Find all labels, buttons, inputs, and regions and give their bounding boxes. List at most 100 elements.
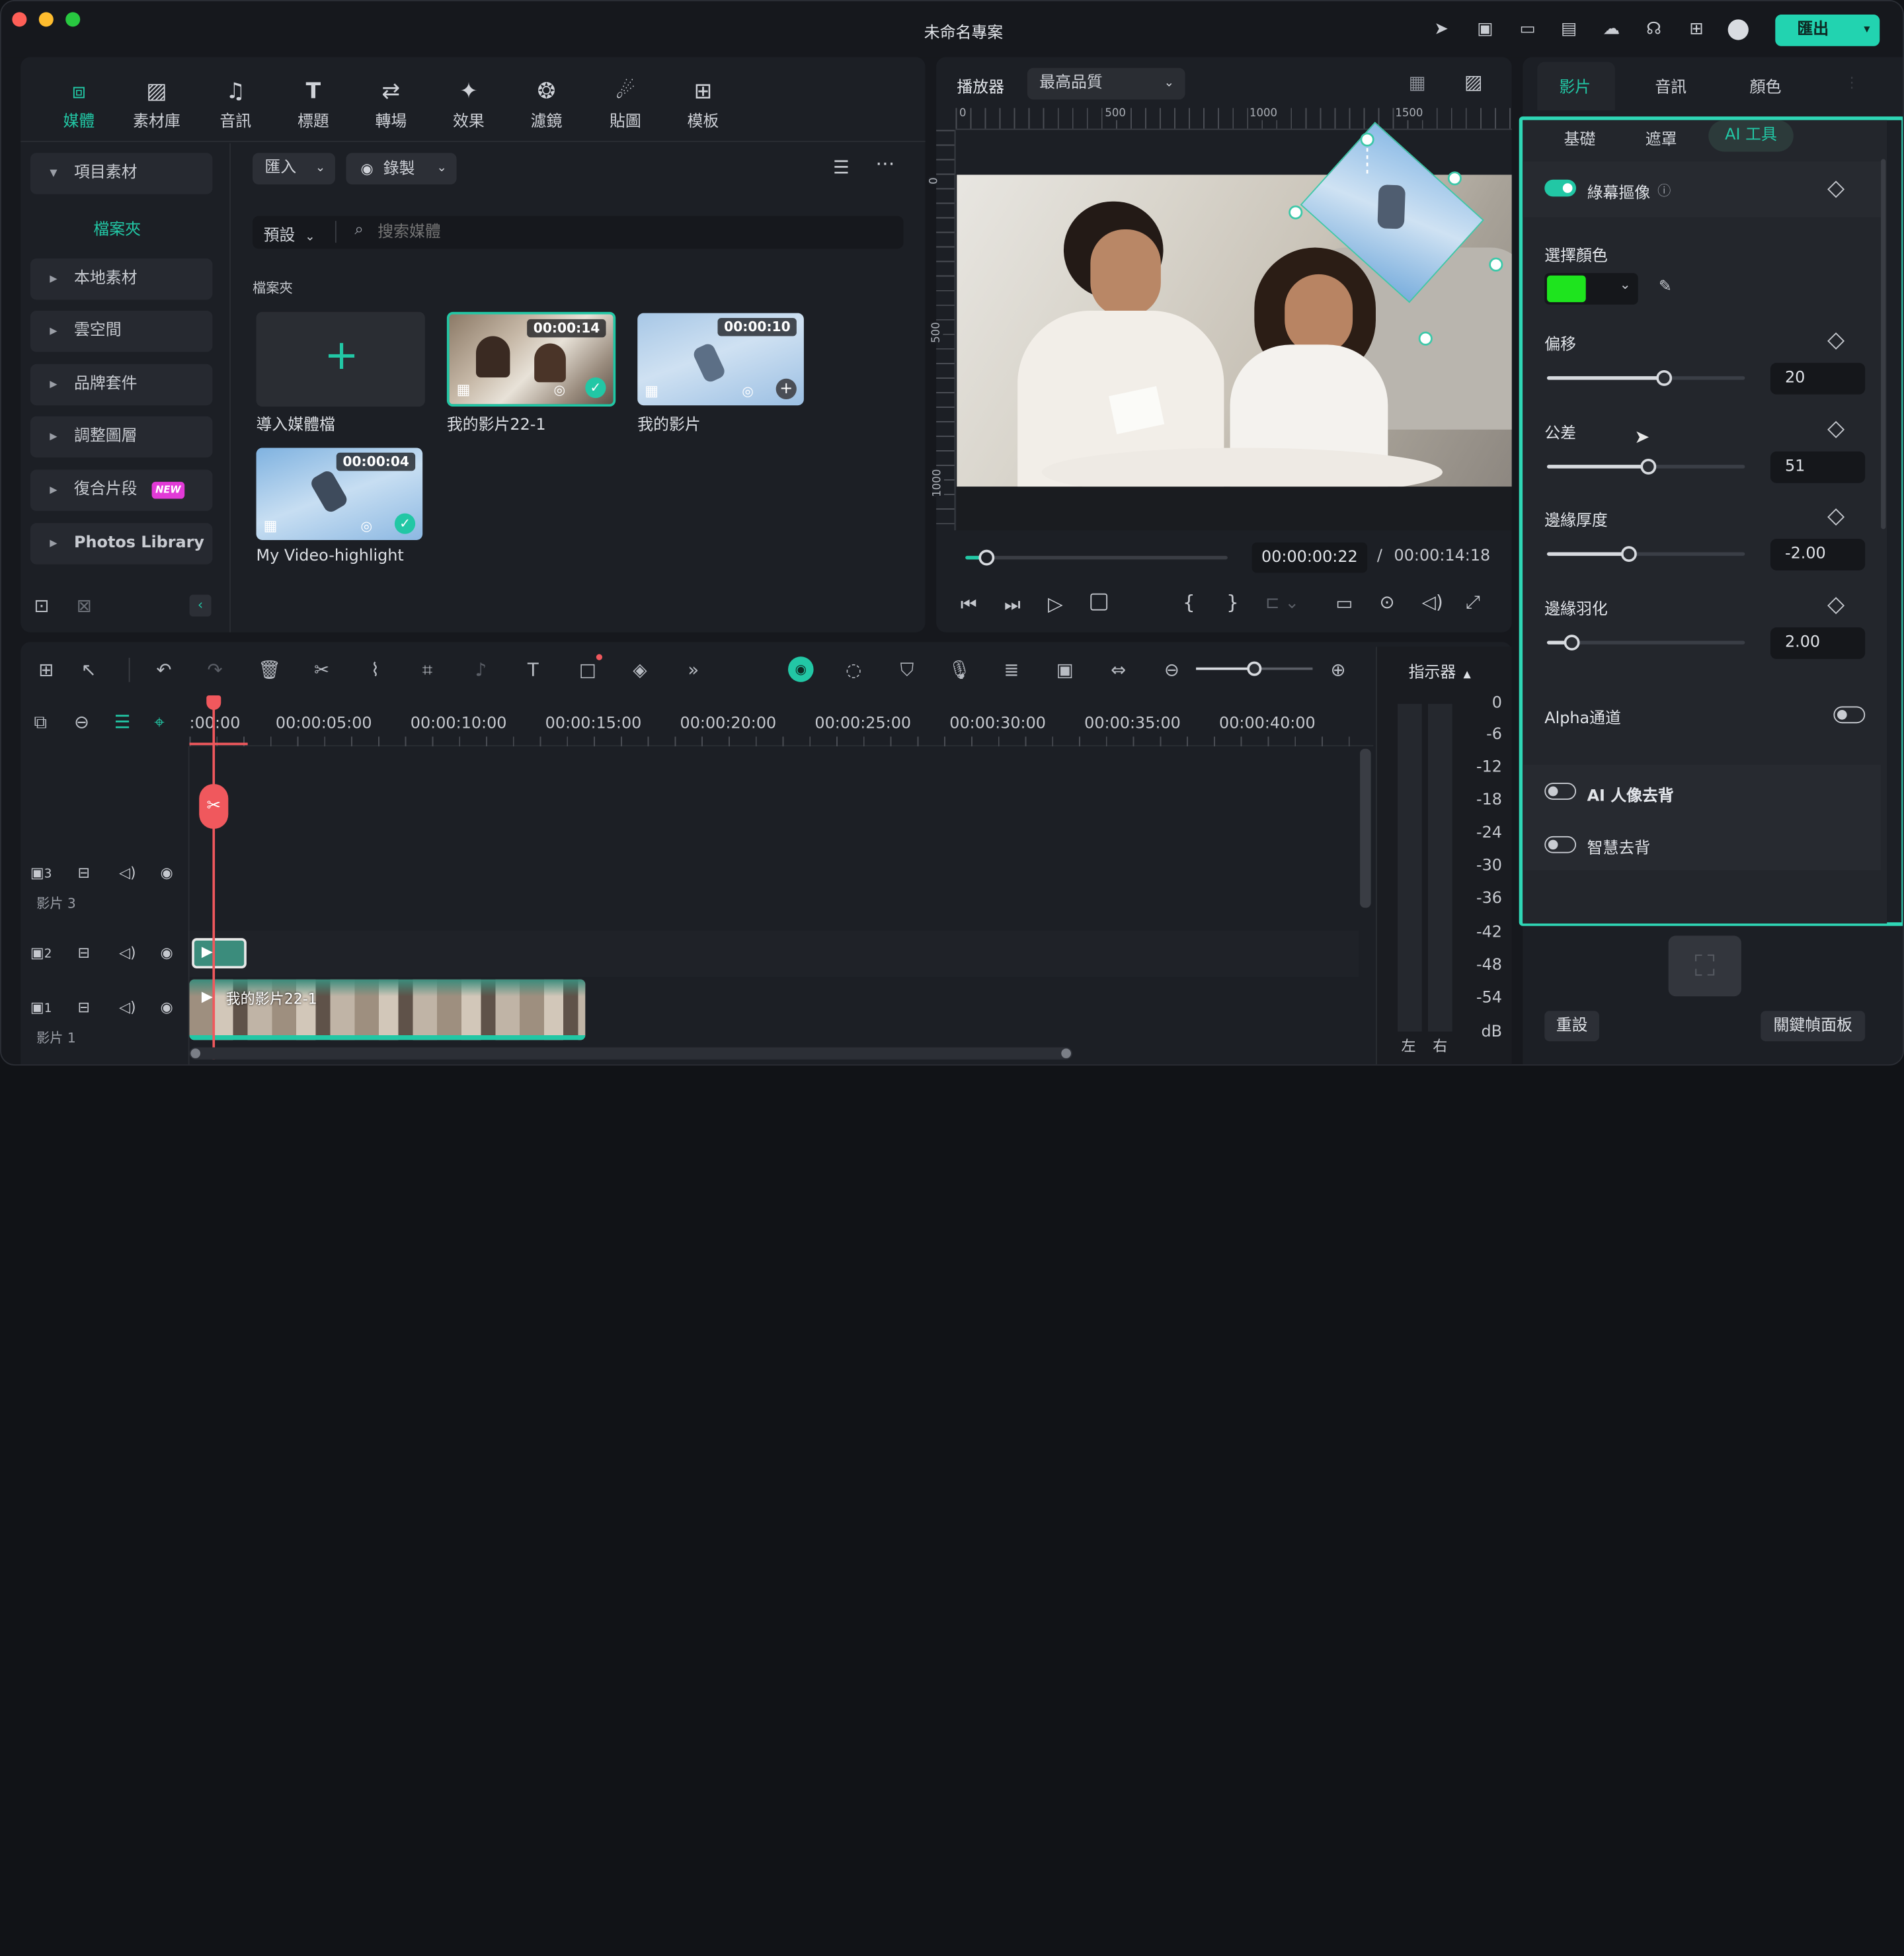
tab-audio-properties[interactable]: 音訊 [1655, 74, 1686, 97]
zoom-slider[interactable] [1196, 661, 1313, 676]
sidebar-item-folder[interactable]: 檔案夾 [93, 216, 141, 239]
more-tools-icon[interactable]: » [681, 658, 705, 682]
step-forward-icon[interactable]: ⏭ [1004, 594, 1021, 615]
ai-portrait-toggle[interactable] [1544, 783, 1577, 800]
audio-mix-icon[interactable]: ≣ [1000, 658, 1024, 682]
add-to-timeline-icon[interactable]: + [775, 378, 797, 400]
help-icon[interactable]: ⓘ [1657, 181, 1671, 200]
delete-icon[interactable]: 🗑 [257, 658, 282, 682]
stop-icon[interactable] [1090, 593, 1108, 611]
slider-knob[interactable] [1563, 635, 1579, 651]
render-preview-icon[interactable]: ▣ [1052, 658, 1077, 682]
timeline-playhead[interactable] [212, 695, 216, 1060]
tab-sticker[interactable]: ☄ 貼圖 [591, 79, 659, 131]
edge-thickness-value[interactable]: -2.00 [1770, 539, 1866, 570]
offset-value[interactable]: 20 [1770, 362, 1866, 395]
slider-knob[interactable] [1620, 546, 1637, 563]
record-dropdown[interactable]: ◉ 錄製 ⌄ [346, 153, 457, 185]
subtab-basic[interactable]: 基礎 [1564, 126, 1596, 149]
alpha-channel-toggle[interactable] [1833, 706, 1866, 724]
volume-icon[interactable]: ◁) [1422, 591, 1443, 613]
fit-timeline-icon[interactable]: ⇔ [1106, 658, 1130, 682]
current-time[interactable]: 00:00:00:22 [1251, 542, 1368, 573]
main-video-clip[interactable]: 我的影片22-1 ▶ [189, 979, 586, 1040]
timeline-vertical-scrollbar[interactable] [1360, 748, 1371, 908]
tolerance-slider[interactable] [1546, 458, 1745, 475]
reset-button[interactable]: 重設 [1544, 1011, 1599, 1042]
text-tool-icon[interactable]: T [521, 658, 545, 682]
zoom-slider-knob[interactable] [1247, 661, 1262, 676]
avatar[interactable] [1727, 19, 1749, 40]
select-tool-icon[interactable]: ↖ [77, 658, 101, 682]
mute-icon[interactable]: ◁) [119, 864, 136, 881]
zoom-out-icon[interactable]: ⊖ [1160, 658, 1184, 682]
crop-icon[interactable]: ⌗ [415, 658, 440, 682]
tab-effects[interactable]: ✦ 效果 [435, 79, 503, 131]
fullscreen-icon[interactable]: ⤢ [1466, 591, 1480, 613]
audio-stretch-icon[interactable]: ♪ [469, 658, 493, 682]
meter-dropdown[interactable]: 指示器 ▲ [1409, 659, 1471, 682]
eyedropper-icon[interactable]: ✎ [1659, 278, 1672, 296]
visibility-eye-icon[interactable]: ◉ [160, 864, 173, 881]
sidebar-item-compound[interactable]: ▶ 復合片段 NEW [30, 469, 213, 511]
sidebar-item-local[interactable]: ▶ 本地素材 [30, 258, 213, 300]
delete-folder-icon[interactable]: ⊠ [77, 595, 92, 617]
redo-icon[interactable]: ↷ [203, 658, 227, 682]
ai-copilot-icon[interactable]: ◉ [788, 656, 814, 682]
keyframe-panel-button[interactable]: 關鍵幀面板 [1761, 1011, 1866, 1042]
filter-sort-icon[interactable]: ☰ [833, 157, 850, 178]
image-icon[interactable]: ▨ [1464, 70, 1483, 93]
project-settings-icon[interactable]: ▣ [1474, 19, 1496, 40]
media-clip-thumbnail[interactable]: 00:00:14 ▦ ◎ ✓ [446, 311, 616, 407]
edge-thickness-slider[interactable] [1546, 546, 1745, 563]
track-manager-icon[interactable]: ☰ [114, 711, 131, 733]
tab-template[interactable]: ⊞ 模板 [669, 79, 737, 131]
media-clip-thumbnail[interactable]: 00:00:10 ▦ ◎ + [637, 313, 804, 406]
preset-dropdown[interactable]: 預設 ⌄ [264, 222, 315, 245]
overlay-clip[interactable]: ▶ [192, 938, 247, 969]
shape-tool-icon[interactable]: □ [576, 658, 600, 682]
scroll-handle-left[interactable] [190, 1048, 201, 1058]
mark-in-icon[interactable]: { [1183, 591, 1195, 614]
new-folder-icon[interactable]: ⊡ [34, 595, 49, 617]
layout-icon[interactable]: ▭ [1517, 19, 1538, 40]
export-button[interactable]: 匯出 ▾ [1775, 15, 1880, 46]
edge-feather-value[interactable]: 2.00 [1770, 627, 1866, 659]
save-icon[interactable]: ▤ [1558, 19, 1579, 40]
apps-grid-icon[interactable]: ⊞ [1685, 19, 1707, 40]
layout-grid-icon[interactable]: ⊞ [34, 658, 58, 682]
visibility-eye-icon[interactable]: ◉ [160, 944, 173, 961]
color-picker-dropdown[interactable]: ⌄ [1544, 273, 1638, 305]
tab-audio[interactable]: ♫ 音訊 [202, 79, 270, 131]
offset-slider[interactable] [1546, 370, 1745, 386]
play-icon[interactable]: ▷ [1048, 592, 1063, 615]
sidebar-item-cloud[interactable]: ▶ 雲空間 [30, 310, 213, 352]
subtab-mask[interactable]: 遮罩 [1646, 126, 1677, 149]
sidebar-item-project-media[interactable]: ▼ 項目素材 [30, 153, 213, 194]
timeline-horizontal-scrollbar[interactable] [189, 1047, 1072, 1060]
chroma-key-toggle[interactable] [1544, 179, 1577, 197]
snapshot-icon[interactable]: ⊙ [1379, 591, 1394, 613]
close-window-button[interactable] [12, 12, 27, 27]
mute-icon[interactable]: ◁) [119, 944, 136, 961]
tab-transition[interactable]: ⇄ 轉場 [357, 79, 425, 131]
lock-icon[interactable]: ⊟ [78, 944, 90, 961]
add-track-icon[interactable]: ⧉ [34, 711, 47, 733]
search-input[interactable] [377, 221, 888, 245]
tab-title[interactable]: T 標題 [279, 79, 347, 131]
previous-frame-icon[interactable]: ⏮ [961, 594, 977, 615]
playback-progress-track[interactable] [965, 549, 1228, 566]
import-media-tile[interactable]: + [256, 311, 425, 407]
snap-icon[interactable]: ⌖ [154, 711, 165, 733]
display-icon[interactable]: ▭ [1335, 592, 1353, 614]
send-icon[interactable]: ➤ [1431, 19, 1452, 40]
tab-library[interactable]: ▨ 素材庫 [123, 79, 191, 131]
split-at-playhead-button[interactable]: ✂ [199, 783, 229, 829]
playhead-top-marker[interactable] [206, 695, 221, 711]
auto-reframe-icon[interactable]: ◌ [842, 658, 866, 682]
microphone-icon[interactable]: 🎙 [947, 658, 972, 682]
tab-color[interactable]: 顏色 [1750, 74, 1782, 97]
cloud-icon[interactable]: ☁ [1601, 19, 1622, 40]
grid-view-icon[interactable]: ▦ [1409, 71, 1426, 93]
undo-icon[interactable]: ↶ [152, 658, 177, 682]
